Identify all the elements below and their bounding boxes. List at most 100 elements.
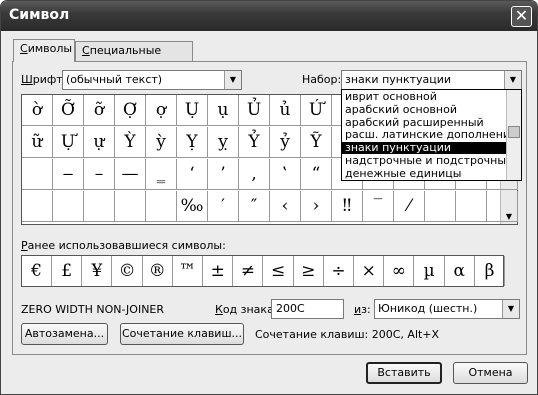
recent-symbol[interactable]: ® — [143, 256, 173, 286]
symbol-cell[interactable]: Ứ — [301, 95, 332, 126]
subset-option[interactable]: надстрочные и подстрочные — [342, 155, 506, 167]
symbol-cell[interactable]: ự — [84, 127, 115, 158]
recent-symbol[interactable]: β — [475, 256, 505, 286]
symbol-cell[interactable]: Ỳ — [115, 127, 146, 158]
symbol-cell[interactable]: “ — [301, 159, 332, 190]
tab-symbols[interactable]: Символы — [13, 39, 75, 62]
chevron-down-icon[interactable]: ▼ — [224, 71, 241, 89]
from-select[interactable]: Юникод (шестн.) ▼ — [374, 299, 520, 319]
recent-label: Ранее использовавшиеся символы: — [21, 239, 226, 252]
symbol-cell[interactable]: ủ — [270, 95, 301, 126]
recent-symbol[interactable]: ™ — [173, 256, 203, 286]
recent-symbol[interactable]: µ — [415, 256, 445, 286]
symbol-cell[interactable]: ợ — [146, 95, 177, 126]
symbol-cell[interactable] — [22, 159, 53, 190]
subset-select-value: знаки пунктуации — [345, 73, 452, 86]
recent-symbol[interactable]: α — [445, 256, 475, 286]
font-label: Шрифт: — [21, 73, 67, 86]
recent-symbol[interactable]: ≥ — [294, 256, 324, 286]
symbol-cell[interactable]: ‒ — [53, 159, 84, 190]
code-label: Код знака: — [215, 303, 278, 316]
symbol-cell[interactable] — [115, 191, 146, 222]
recent-symbol[interactable]: ∞ — [384, 256, 415, 286]
recent-symbol[interactable]: £ — [52, 256, 83, 286]
subset-option[interactable]: арабский основной — [342, 104, 506, 116]
recent-symbols: € £ ¥ © ® ™ ± ≠ ≤ ≥ ÷ × ∞ µ α β — [21, 255, 505, 287]
symbol-cell[interactable] — [146, 191, 177, 222]
symbol-cell[interactable] — [53, 191, 84, 222]
character-code-input[interactable]: 200C — [271, 299, 344, 319]
symbol-cell[interactable]: — — [115, 159, 146, 190]
font-select[interactable]: (обычный текст) ▼ — [62, 70, 242, 90]
symbol-cell[interactable]: ữ — [22, 127, 53, 158]
window-title: Символ — [9, 7, 70, 23]
symbol-cell[interactable]: ‘ — [177, 159, 208, 190]
chevron-down-icon[interactable]: ▼ — [502, 300, 519, 318]
font-select-value: (обычный текст) — [66, 73, 163, 86]
symbol-cell[interactable]: – — [84, 159, 115, 190]
subset-option[interactable]: расш. латинские дополнения — [342, 129, 506, 141]
tab-special-characters[interactable]: Специальные знаки — [75, 41, 193, 75]
recent-symbol[interactable]: × — [354, 256, 385, 286]
symbol-cell[interactable]: ỵ — [208, 127, 239, 158]
symbol-cell[interactable]: ’ — [208, 159, 239, 190]
subset-dropdown-list: иврит основной арабский основной арабский … — [341, 89, 522, 181]
symbol-cell[interactable] — [22, 191, 53, 222]
autocorrect-button[interactable]: Автозамена... — [21, 323, 108, 345]
symbol-cell[interactable]: ⁄ — [394, 191, 425, 222]
insert-button[interactable]: Вставить — [366, 362, 442, 384]
subset-select[interactable]: знаки пунктуации ▼ — [341, 70, 522, 90]
shortcut-key-button[interactable]: Сочетание клавиш... — [120, 323, 244, 345]
symbol-cell[interactable]: ‹ — [270, 191, 301, 222]
symbol-cell[interactable]: ỳ — [146, 127, 177, 158]
from-label: из: — [354, 303, 371, 316]
cancel-button[interactable]: Отмена — [453, 362, 528, 384]
recent-symbol[interactable]: ± — [203, 256, 234, 286]
shortcut-text: Сочетание клавиш: 200C, Alt+X — [255, 328, 440, 341]
dropdown-scroll-thumb[interactable] — [508, 126, 520, 138]
symbol-cell[interactable]: ′ — [208, 191, 239, 222]
symbol-cell[interactable] — [425, 191, 456, 222]
symbol-cell[interactable]: ‗ — [146, 159, 177, 190]
symbol-cell[interactable]: ‚ — [239, 159, 270, 190]
recent-symbol[interactable]: € — [22, 256, 52, 286]
symbol-cell[interactable]: ‼ — [332, 191, 363, 222]
chevron-down-icon[interactable]: ▼ — [504, 71, 521, 89]
symbol-cell[interactable]: ỡ — [84, 95, 115, 126]
close-icon[interactable]: ✕ — [511, 6, 532, 27]
symbol-cell[interactable]: ‰ — [177, 191, 208, 222]
symbol-cell[interactable]: ụ — [208, 95, 239, 126]
title-bar: Символ ✕ — [1, 1, 537, 31]
symbol-cell[interactable] — [84, 191, 115, 222]
subset-option[interactable]: арабский расширенный — [342, 117, 506, 129]
recent-symbol[interactable]: © — [113, 256, 143, 286]
recent-symbol[interactable]: ≤ — [264, 256, 294, 286]
symbol-cell[interactable]: Ỡ — [53, 95, 84, 126]
symbol-cell[interactable]: Ỹ — [301, 127, 332, 158]
symbol-cell[interactable]: ‾ — [363, 191, 394, 222]
subset-label: Набор: — [302, 73, 342, 86]
character-name: ZERO WIDTH NON-JOINER — [21, 303, 165, 316]
symbol-cell[interactable]: ờ — [22, 95, 53, 126]
symbol-cell[interactable]: Ỷ — [239, 127, 270, 158]
symbol-cell[interactable]: ″ — [239, 191, 270, 222]
symbol-cell[interactable]: Ợ — [115, 95, 146, 126]
recent-symbol[interactable]: ÷ — [324, 256, 354, 286]
symbol-cell[interactable]: › — [301, 191, 332, 222]
subset-option[interactable]: денежные единицы — [342, 168, 506, 180]
tab-symbols-label: имволы — [27, 42, 73, 55]
symbol-cell[interactable] — [487, 191, 518, 222]
from-select-value: Юникод (шестн.) — [378, 302, 478, 315]
symbol-cell[interactable]: Ỵ — [177, 127, 208, 158]
dropdown-scrollbar[interactable] — [506, 90, 521, 180]
recent-symbol[interactable]: ≠ — [233, 256, 264, 286]
symbol-cell[interactable]: ỷ — [270, 127, 301, 158]
symbol-cell[interactable]: ‛ — [270, 159, 301, 190]
subset-option[interactable]: знаки пунктуации — [342, 142, 506, 155]
symbol-cell[interactable]: Ủ — [239, 95, 270, 126]
symbol-cell[interactable] — [456, 191, 487, 222]
subset-option[interactable]: иврит основной — [342, 91, 506, 103]
symbol-cell[interactable]: Ụ — [177, 95, 208, 126]
symbol-cell[interactable]: Ự — [53, 127, 84, 158]
recent-symbol[interactable]: ¥ — [82, 256, 113, 286]
